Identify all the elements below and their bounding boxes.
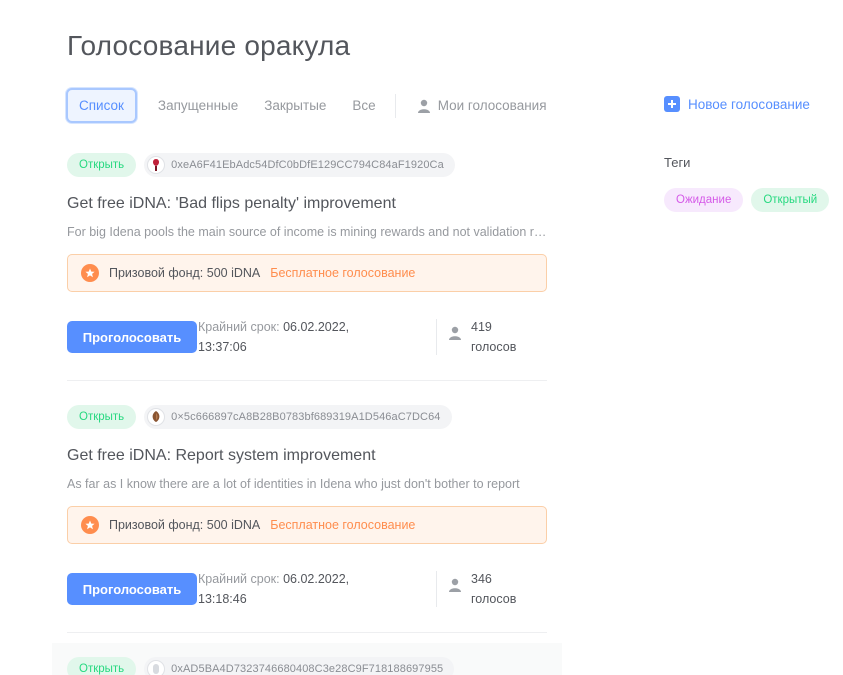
tab-my-votes-label: Мои голосования (437, 98, 547, 113)
tab-bar: Список Запущенные Закрытые Все Мои голос… (66, 88, 557, 123)
tag-open[interactable]: Открытый (751, 188, 830, 212)
votes-label: голосов (471, 340, 517, 354)
voting-description: As far as I know there are a lot of iden… (67, 477, 520, 491)
voting-card[interactable]: Открыть 0xeA6F41EbAdc54DfC0bDfE129CC794C… (67, 153, 547, 358)
deadline-date: 06.02.2022, (283, 320, 350, 334)
author-address-chip[interactable]: 0×5c666897cA8B28B0783bf689319A1D546aC7DC… (144, 405, 452, 429)
tab-my-votes[interactable]: Мои голосования (408, 88, 557, 123)
avatar (147, 408, 166, 426)
tab-separator (394, 93, 396, 118)
footer-separator (436, 319, 437, 355)
user-icon (417, 99, 430, 113)
votes-number: 346 (471, 572, 492, 586)
avatar (147, 660, 166, 675)
votes-label: голосов (471, 592, 517, 606)
tag-pending[interactable]: Ожидание (664, 188, 744, 212)
deadline-date: 06.02.2022, (283, 572, 350, 586)
author-address: 0xeA6F41EbAdc54DfC0bDfE129CC794C84aF1920… (171, 159, 444, 171)
author-address-chip[interactable]: 0xeA6F41EbAdc54DfC0bDfE129CC794C84aF1920… (144, 153, 455, 177)
votes-count: 346 голосов (449, 569, 516, 609)
tags-title: Теги (664, 155, 691, 170)
deadline: Крайний срок: 06.02.2022, 13:37:06 (198, 317, 378, 357)
prize-box: Призовой фонд: 500 iDNA Бесплатное голос… (67, 506, 547, 544)
author-address: 0×5c666897cA8B28B0783bf689319A1D546aC7DC… (171, 411, 441, 423)
tab-closed[interactable]: Закрытые (251, 88, 339, 123)
author-address: 0xAD5BA4D7323746680408C3e28C9F7181886979… (171, 663, 444, 675)
voting-title[interactable]: Get free iDNA: 'Bad flips penalty' impro… (67, 195, 547, 213)
star-icon (81, 264, 99, 282)
plus-icon (664, 96, 680, 112)
deadline-time: 13:37:06 (198, 340, 247, 354)
prize-fund: Призовой фонд: 500 iDNA (109, 266, 261, 280)
free-voting-label: Бесплатное голосование (270, 266, 416, 280)
page-title: Голосование оракула (67, 30, 351, 61)
voting-description: For big Idena pools the main source of i… (67, 225, 547, 239)
status-badge: Открыть (67, 153, 137, 177)
avatar (147, 156, 166, 174)
deadline-time: 13:18:46 (198, 592, 247, 606)
status-badge: Открыть (67, 657, 137, 675)
tab-all[interactable]: Все (339, 88, 388, 123)
votes-number: 419 (471, 320, 492, 334)
new-vote-button[interactable]: Новое голосование (664, 96, 810, 112)
vote-button[interactable]: Проголосовать (67, 573, 197, 605)
vote-button[interactable]: Проголосовать (67, 321, 197, 353)
new-vote-label: Новое голосование (688, 96, 810, 112)
voting-title[interactable]: Get free iDNA: Report system improvement (67, 447, 547, 465)
card-divider (67, 380, 547, 381)
prize-box: Призовой фонд: 500 iDNA Бесплатное голос… (67, 254, 547, 292)
tab-launched[interactable]: Запущенные (145, 88, 251, 123)
voting-card[interactable]: Открыть 0xAD5BA4D7323746680408C3e28C9F71… (67, 657, 547, 675)
deadline-label: Крайний срок: (198, 320, 280, 334)
author-address-chip[interactable]: 0xAD5BA4D7323746680408C3e28C9F7181886979… (144, 657, 455, 675)
free-voting-label: Бесплатное голосование (270, 518, 416, 532)
voting-card[interactable]: Открыть 0×5c666897cA8B28B0783bf689319A1D… (67, 405, 547, 610)
footer-separator (436, 571, 437, 607)
star-icon (81, 516, 99, 534)
deadline: Крайний срок: 06.02.2022, 13:18:46 (198, 569, 378, 609)
person-icon (449, 578, 461, 598)
status-badge: Открыть (67, 405, 137, 429)
tag-list: Ожидание Открытый (664, 188, 830, 212)
deadline-label: Крайний срок: (198, 572, 280, 586)
votes-count: 419 голосов (449, 317, 516, 357)
prize-fund: Призовой фонд: 500 iDNA (109, 518, 261, 532)
card-divider (67, 632, 547, 633)
tab-list[interactable]: Список (66, 88, 137, 123)
person-icon (449, 326, 461, 346)
